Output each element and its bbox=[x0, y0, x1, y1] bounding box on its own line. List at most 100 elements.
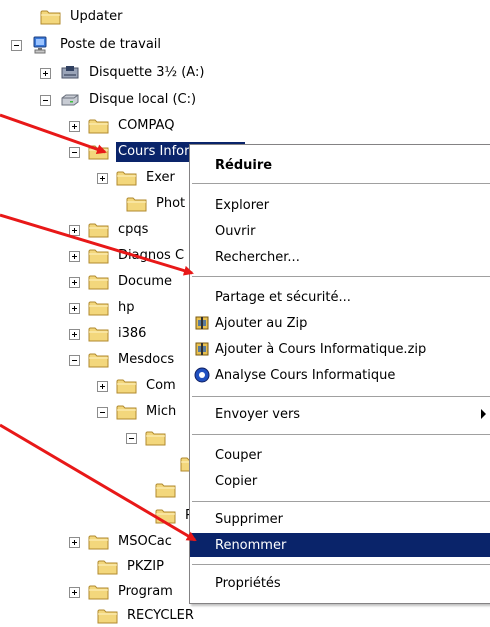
collapse-icon[interactable] bbox=[69, 146, 80, 158]
antivirus-icon bbox=[194, 367, 210, 383]
tree-item-label: COMPAQ bbox=[118, 118, 175, 133]
expand-icon[interactable] bbox=[69, 250, 80, 262]
folder-icon bbox=[88, 533, 110, 551]
tree-item-label: Disquette 3½ (A:) bbox=[89, 65, 205, 80]
menu-item-rechercher[interactable]: Rechercher... bbox=[190, 245, 490, 269]
expand-icon[interactable] bbox=[69, 302, 80, 314]
submenu-arrow-icon bbox=[481, 409, 486, 419]
menu-item-proprietes[interactable]: Propriétés bbox=[190, 571, 490, 595]
expand-icon[interactable] bbox=[69, 224, 80, 236]
tree-item-phot[interactable]: Phot bbox=[126, 193, 187, 215]
collapse-icon[interactable] bbox=[11, 39, 22, 51]
tree-item-label: cpqs bbox=[118, 222, 149, 237]
expand-icon[interactable] bbox=[69, 328, 80, 340]
folder-open-icon bbox=[88, 143, 110, 161]
folder-icon bbox=[116, 377, 138, 395]
tree-item-exer[interactable]: Exer bbox=[97, 167, 177, 189]
menu-separator bbox=[192, 564, 490, 565]
folder-icon bbox=[88, 221, 110, 239]
menu-item-analyse[interactable]: Analyse Cours Informatique bbox=[190, 363, 490, 387]
menu-separator bbox=[192, 501, 490, 502]
tree-item-compaq[interactable]: COMPAQ bbox=[69, 115, 176, 137]
tree-item-subfolder-2[interactable] bbox=[155, 479, 183, 501]
tree-item-label: Exer bbox=[146, 170, 175, 185]
menu-item-supprimer[interactable]: Supprimer bbox=[190, 507, 490, 531]
folder-icon bbox=[88, 583, 110, 601]
tree-item-poste[interactable]: Poste de travail bbox=[11, 34, 163, 56]
expand-icon[interactable] bbox=[97, 380, 108, 392]
expand-icon[interactable] bbox=[69, 276, 80, 288]
tree-item-label: Disque local (C:) bbox=[89, 92, 197, 107]
folder-icon bbox=[88, 299, 110, 317]
folder-icon bbox=[88, 273, 110, 291]
menu-item-label: Ajouter au Zip bbox=[215, 315, 308, 331]
tree-item-label: Poste de travail bbox=[60, 37, 162, 52]
collapse-icon[interactable] bbox=[97, 406, 108, 418]
menu-item-partage[interactable]: Partage et sécurité... bbox=[190, 285, 490, 309]
winzip-icon bbox=[195, 316, 209, 330]
collapse-icon[interactable] bbox=[69, 354, 80, 366]
folder-icon bbox=[145, 429, 167, 447]
tree-item-recycler[interactable]: RECYCLER bbox=[97, 605, 196, 627]
tree-item-disque[interactable]: Disque local (C:) bbox=[40, 89, 198, 111]
tree-item-mesdocs[interactable]: Mesdocs bbox=[69, 349, 176, 371]
collapse-icon[interactable] bbox=[126, 432, 137, 444]
hard-drive-icon bbox=[59, 91, 81, 109]
tree-item-diagnos[interactable]: Diagnos C bbox=[69, 245, 186, 267]
menu-item-copier[interactable]: Copier bbox=[190, 469, 490, 493]
menu-item-ouvrir[interactable]: Ouvrir bbox=[190, 219, 490, 243]
expand-icon[interactable] bbox=[97, 172, 108, 184]
tree-item-msocac[interactable]: MSOCac bbox=[69, 531, 174, 553]
folder-icon bbox=[88, 247, 110, 265]
collapse-icon[interactable] bbox=[40, 94, 51, 106]
tree-item-label: Com bbox=[146, 378, 176, 393]
tree-item-program[interactable]: Program bbox=[69, 581, 175, 603]
tree-item-com[interactable]: Com bbox=[97, 375, 178, 397]
floppy-drive-icon bbox=[59, 64, 81, 82]
tree-item-label: PKZIP bbox=[127, 559, 164, 574]
expand-icon[interactable] bbox=[69, 586, 80, 598]
menu-item-envoyer[interactable]: Envoyer vers bbox=[190, 402, 490, 426]
folder-icon bbox=[155, 481, 177, 499]
tree-item-label: hp bbox=[118, 300, 135, 315]
tree-item-label: Updater bbox=[70, 9, 123, 24]
tree-item-updater[interactable]: Updater bbox=[40, 6, 124, 28]
folder-icon bbox=[126, 195, 148, 213]
folder-icon bbox=[116, 169, 138, 187]
tree-item-i386[interactable]: i386 bbox=[69, 323, 148, 345]
folder-icon bbox=[88, 117, 110, 135]
menu-item-ajouter-zip[interactable]: Ajouter au Zip bbox=[190, 311, 490, 335]
expand-icon[interactable] bbox=[69, 120, 80, 132]
folder-icon bbox=[97, 558, 119, 576]
tree-item-mich[interactable]: Mich bbox=[97, 401, 178, 423]
menu-item-ajouter-cours-zip[interactable]: Ajouter à Cours Informatique.zip bbox=[190, 337, 490, 361]
tree-item-cpqs[interactable]: cpqs bbox=[69, 219, 150, 241]
tree-item-docume[interactable]: Docume bbox=[69, 271, 174, 293]
folder-icon bbox=[40, 8, 62, 26]
menu-separator bbox=[192, 276, 490, 277]
tree-item-hp[interactable]: hp bbox=[69, 297, 137, 319]
tree-item-subfolder[interactable] bbox=[126, 427, 173, 449]
expand-icon[interactable] bbox=[69, 536, 80, 548]
folder-icon bbox=[97, 607, 119, 625]
menu-item-explorer[interactable]: Explorer bbox=[190, 193, 490, 217]
menu-item-label: Envoyer vers bbox=[215, 406, 301, 422]
winzip-icon bbox=[195, 342, 209, 356]
folder-icon bbox=[116, 403, 138, 421]
menu-item-couper[interactable]: Couper bbox=[190, 443, 490, 467]
menu-item-reduire[interactable]: Réduire bbox=[190, 153, 490, 177]
tree-item-label: i386 bbox=[118, 326, 147, 341]
menu-item-label: Ajouter à Cours Informatique.zip bbox=[215, 341, 427, 357]
menu-item-label: Analyse Cours Informatique bbox=[215, 367, 396, 383]
folder-icon bbox=[88, 351, 110, 369]
tree-item-disquette[interactable]: Disquette 3½ (A:) bbox=[40, 62, 206, 84]
tree-item-pkzip[interactable]: PKZIP bbox=[97, 556, 166, 578]
expand-icon[interactable] bbox=[40, 67, 51, 79]
menu-item-renommer[interactable]: Renommer bbox=[190, 533, 490, 557]
tree-item-label: Program bbox=[118, 584, 173, 599]
menu-separator bbox=[192, 434, 490, 435]
computer-icon bbox=[30, 36, 52, 54]
tree-item-label: Mesdocs bbox=[118, 352, 175, 367]
tree-item-label: Diagnos C bbox=[118, 248, 185, 263]
folder-icon bbox=[155, 507, 177, 525]
